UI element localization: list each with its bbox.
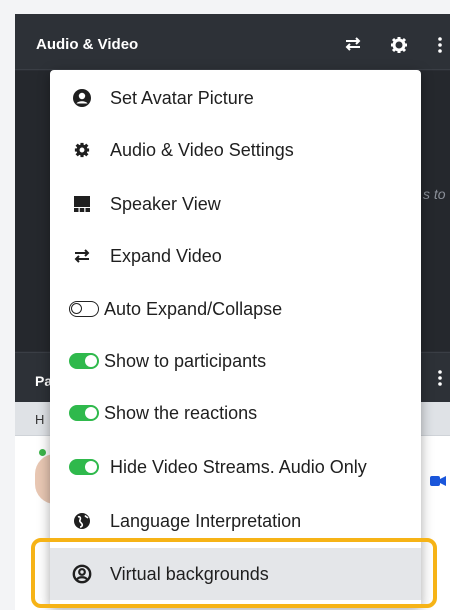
menu-item-label: Virtual backgrounds bbox=[110, 563, 269, 584]
menu-item-label: Language Interpretation bbox=[110, 510, 302, 531]
menu-item-virtual-backgrounds[interactable]: Virtual backgrounds bbox=[50, 548, 421, 600]
participants-subheader-text: H bbox=[35, 412, 45, 427]
audio-video-header: Audio & Video bbox=[15, 14, 450, 70]
camera-icon[interactable] bbox=[430, 474, 446, 486]
toggle-off-icon[interactable] bbox=[69, 301, 99, 317]
toggle-on-icon[interactable] bbox=[69, 405, 99, 421]
video-placeholder-text: s to bbox=[423, 186, 446, 202]
toggle-on-icon[interactable] bbox=[69, 459, 99, 475]
menu-item-show-the-reactions[interactable]: Show the reactions bbox=[50, 387, 421, 439]
more-icon[interactable] bbox=[435, 369, 445, 392]
menu-item-label: Expand Video bbox=[110, 245, 222, 266]
user-circle-icon bbox=[72, 88, 92, 108]
settings-dropdown-menu: Set Avatar Picture Audio & Video Setting… bbox=[50, 70, 421, 607]
gear-icon bbox=[72, 140, 92, 160]
globe-icon bbox=[72, 511, 92, 531]
menu-item-label: Audio & Video Settings bbox=[110, 139, 294, 160]
menu-item-label: Show the reactions bbox=[104, 402, 258, 423]
menu-item-audio-video-settings[interactable]: Audio & Video Settings bbox=[50, 124, 421, 176]
menu-item-label: Show to participants bbox=[104, 350, 267, 371]
user-circle-outline-icon bbox=[72, 564, 92, 584]
menu-item-hide-video-streams[interactable]: Hide Video Streams. Audio Only bbox=[50, 441, 421, 493]
online-status-dot bbox=[39, 449, 46, 456]
menu-item-expand-video[interactable]: Expand Video bbox=[50, 230, 421, 282]
swap-icon bbox=[72, 246, 92, 266]
menu-item-set-avatar-picture[interactable]: Set Avatar Picture bbox=[50, 72, 421, 124]
speaker-view-icon bbox=[72, 194, 92, 214]
menu-item-label: Speaker View bbox=[110, 193, 221, 214]
menu-item-label: Hide Video Streams. Audio Only bbox=[110, 456, 367, 477]
menu-item-language-interpretation[interactable]: Language Interpretation bbox=[50, 495, 421, 547]
swap-icon[interactable] bbox=[344, 36, 362, 52]
menu-item-label: Auto Expand/Collapse bbox=[104, 298, 283, 319]
toggle-on-icon[interactable] bbox=[69, 353, 99, 369]
audio-video-title: Audio & Video bbox=[36, 36, 139, 53]
gear-icon[interactable] bbox=[390, 36, 408, 53]
menu-item-speaker-view[interactable]: Speaker View bbox=[50, 178, 421, 230]
menu-item-label: Set Avatar Picture bbox=[110, 87, 254, 108]
more-icon[interactable] bbox=[435, 36, 445, 53]
menu-item-auto-expand-collapse[interactable]: Auto Expand/Collapse bbox=[50, 283, 421, 335]
menu-item-show-to-participants[interactable]: Show to participants bbox=[50, 335, 421, 387]
